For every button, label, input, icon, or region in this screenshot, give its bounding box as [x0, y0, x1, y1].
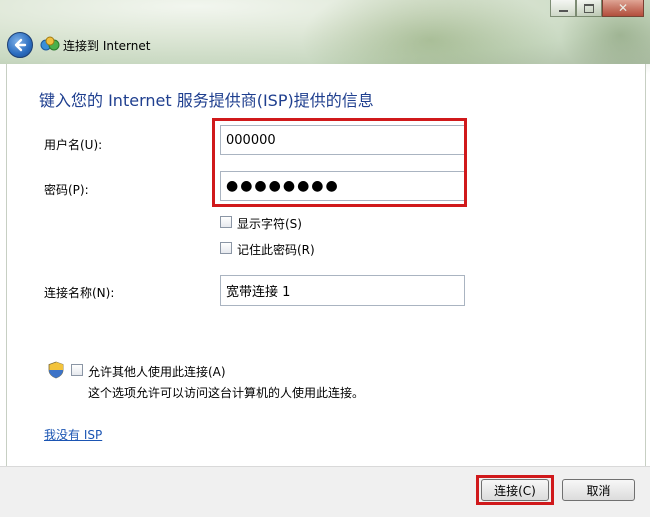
window-controls: ✕ [550, 0, 644, 17]
show-chars-label: 显示字符(S) [237, 217, 302, 231]
minimize-button[interactable] [550, 0, 576, 17]
maximize-button[interactable] [576, 0, 602, 17]
maximize-icon [584, 3, 594, 13]
connection-name-input[interactable]: 宽带连接 1 [220, 275, 465, 306]
network-icon [40, 36, 60, 51]
close-button[interactable]: ✕ [602, 0, 644, 17]
window-chrome: ✕ 连接到 Internet [0, 0, 650, 100]
back-arrow-icon [14, 38, 27, 52]
connection-name-value: 宽带连接 1 [226, 285, 291, 300]
allow-others-description: 这个选项允许可以访问这台计算机的人使用此连接。 [88, 386, 365, 400]
password-label: 密码(P): [44, 183, 89, 197]
uac-shield-icon [48, 361, 64, 379]
page-heading: 键入您的 Internet 服务提供商(ISP)提供的信息 [39, 91, 374, 110]
credentials-highlight-box [212, 118, 467, 207]
connection-name-label: 连接名称(N): [44, 286, 115, 300]
close-icon: ✕ [617, 1, 629, 15]
no-isp-link[interactable]: 我没有 ISP [44, 426, 102, 443]
show-chars-checkbox[interactable] [220, 216, 232, 228]
allow-others-checkbox[interactable] [71, 364, 83, 376]
minimize-icon [558, 10, 568, 12]
remember-password-checkbox[interactable] [220, 242, 232, 254]
back-button[interactable] [7, 32, 33, 58]
cancel-button[interactable]: 取消 [562, 479, 635, 501]
username-label: 用户名(U): [44, 138, 103, 152]
remember-password-label: 记住此密码(R) [237, 243, 315, 257]
connect-highlight-box [476, 475, 554, 505]
allow-others-label: 允许其他人使用此连接(A) [88, 365, 226, 379]
window-title: 连接到 Internet [63, 39, 151, 53]
